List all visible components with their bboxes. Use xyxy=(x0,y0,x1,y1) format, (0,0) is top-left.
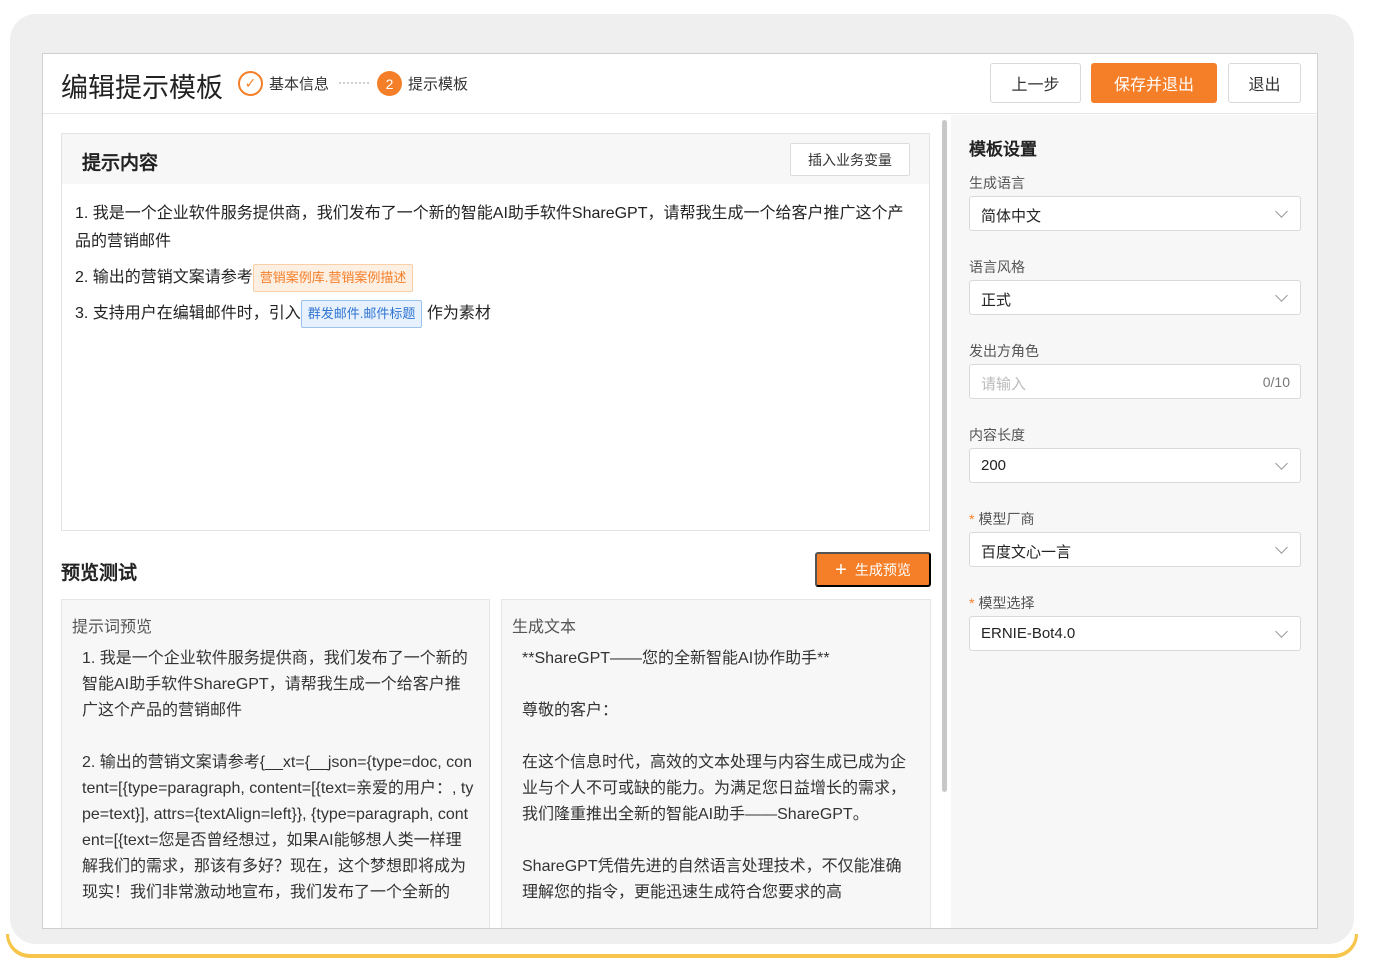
required-mark: * xyxy=(969,511,975,527)
style-label: 语言风格 xyxy=(969,259,1025,275)
step-prompt-template[interactable]: 2 提示模板 xyxy=(377,71,468,96)
model-select[interactable]: ERNIE-Bot4.0 xyxy=(969,616,1301,651)
chevron-down-icon xyxy=(1275,205,1288,218)
required-mark: * xyxy=(969,595,975,611)
style-select[interactable]: 正式 xyxy=(969,280,1301,315)
chevron-down-icon xyxy=(1275,541,1288,554)
exit-button[interactable]: 退出 xyxy=(1228,63,1301,103)
prompt-line: 3. 支持用户在编辑邮件时，引入 群发邮件.邮件标题 作为素材 xyxy=(75,300,913,329)
prompt-preview-text: 1. 我是一个企业软件服务提供商，我们发布了一个新的智能AI助手软件ShareG… xyxy=(82,650,474,901)
plus-icon: + xyxy=(835,558,847,581)
prompt-panel-header: 提示内容 插入业务变量 xyxy=(62,134,929,184)
prompt-content-title: 提示内容 xyxy=(82,153,159,174)
prompt-content-panel: 提示内容 插入业务变量 1. 我是一个企业软件服务提供商，我们发布了一个新的智能… xyxy=(61,133,930,531)
template-settings-panel: 模板设置 生成语言 简体中文 语言风格 正式 发出方角色 请输入 0/10 内容… xyxy=(951,115,1317,928)
role-label: 发出方角色 xyxy=(969,343,1039,359)
variable-tag-marketing-case[interactable]: 营销案例库.营销案例描述 xyxy=(252,264,414,292)
previous-step-button[interactable]: 上一步 xyxy=(990,63,1081,103)
generated-text-content: **ShareGPT——您的全新智能AI协作助手** 尊敬的客户： 在这个信息时… xyxy=(522,650,907,901)
model-label: * 模型选择 xyxy=(969,595,1035,611)
length-select[interactable]: 200 xyxy=(969,448,1301,483)
prompt-line: 2. 输出的营销文案请参考 营销案例库.营销案例描述 xyxy=(75,264,913,292)
step-number-badge: 2 xyxy=(377,71,402,96)
check-icon: ✓ xyxy=(238,71,263,96)
page-title: 编辑提示模板 xyxy=(61,73,223,103)
length-label: 内容长度 xyxy=(969,427,1025,443)
save-and-exit-button[interactable]: 保存并退出 xyxy=(1091,63,1217,103)
generated-text-label: 生成文本 xyxy=(512,619,577,636)
step-connector xyxy=(339,82,369,84)
step-label: 基本信息 xyxy=(269,76,330,93)
prompt-preview-pane: 提示词预览 1. 我是一个企业软件服务提供商，我们发布了一个新的智能AI助手软件… xyxy=(61,599,490,928)
language-label: 生成语言 xyxy=(969,175,1025,191)
generate-preview-button[interactable]: + 生成预览 xyxy=(815,552,931,587)
preview-test-title: 预览测试 xyxy=(61,563,138,584)
chevron-down-icon xyxy=(1275,289,1288,302)
step-label: 提示模板 xyxy=(408,76,469,93)
chevron-down-icon xyxy=(1275,457,1288,470)
vendor-select[interactable]: 百度文心一言 xyxy=(969,532,1301,567)
main-scrollbar-thumb[interactable] xyxy=(942,120,947,792)
page-header: 编辑提示模板 ✓ 基本信息 2 提示模板 上一步 保存并退出 退出 xyxy=(43,54,1317,114)
step-basic-info[interactable]: ✓ 基本信息 xyxy=(238,71,329,96)
role-input-placeholder: 请输入 xyxy=(981,376,1027,393)
edit-prompt-template-window: 编辑提示模板 ✓ 基本信息 2 提示模板 上一步 保存并退出 退出 提示内容 插… xyxy=(42,53,1318,929)
generated-text-pane: 生成文本 **ShareGPT——您的全新智能AI协作助手** 尊敬的客户： 在… xyxy=(501,599,931,928)
role-char-count: 0/10 xyxy=(1262,374,1290,390)
chevron-down-icon xyxy=(1275,625,1288,638)
prompt-editor[interactable]: 1. 我是一个企业软件服务提供商，我们发布了一个新的智能AI助手软件ShareG… xyxy=(75,200,913,336)
insert-business-variable-button[interactable]: 插入业务变量 xyxy=(790,143,910,176)
language-select[interactable]: 简体中文 xyxy=(969,196,1301,231)
prompt-preview-label: 提示词预览 xyxy=(72,619,153,636)
template-settings-title: 模板设置 xyxy=(969,140,1037,159)
frame-accent-border xyxy=(6,934,1358,958)
variable-tag-email-title[interactable]: 群发邮件.邮件标题 xyxy=(300,300,423,329)
vendor-label: * 模型厂商 xyxy=(969,511,1035,527)
role-input[interactable]: 请输入 0/10 xyxy=(969,364,1301,399)
prompt-line: 1. 我是一个企业软件服务提供商，我们发布了一个新的智能AI助手软件ShareG… xyxy=(75,205,904,250)
